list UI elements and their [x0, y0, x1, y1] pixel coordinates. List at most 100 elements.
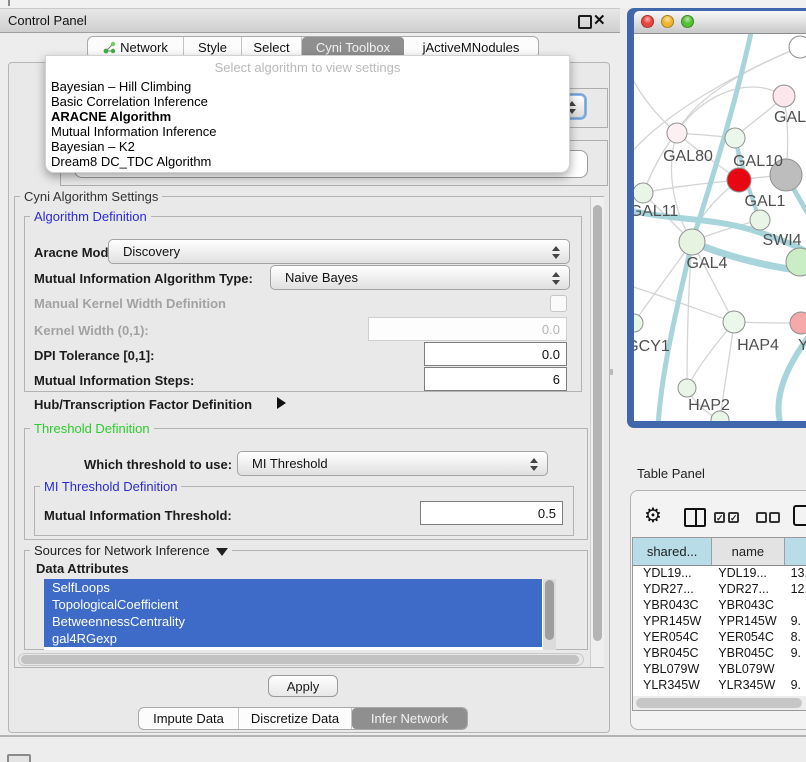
tab-label: jActiveMNodules: [423, 40, 520, 55]
aracne-mode-value: Discovery: [123, 244, 180, 259]
apply-button[interactable]: Apply: [268, 675, 338, 697]
checked-checkbox-icon[interactable]: ✓: [714, 512, 725, 523]
table-row[interactable]: YDL19...YDL19...13...: [633, 566, 806, 582]
table-row[interactable]: YDR27...YDR27...12...: [633, 582, 806, 598]
table-row[interactable]: YBR043CYBR043C: [633, 598, 806, 614]
table-cell: YDR27...: [712, 582, 784, 598]
mi-steps-field[interactable]: 6: [424, 367, 567, 391]
algorithm-option-mutual-information-inference[interactable]: Mutual Information Inference: [46, 124, 569, 139]
settings-hscrollbar-thumb[interactable]: [21, 655, 579, 664]
mi-threshold-legend: MI Threshold Definition: [40, 479, 181, 494]
network-node-y[interactable]: [790, 312, 806, 334]
gear-icon[interactable]: ⚙: [644, 503, 662, 528]
mi-steps-label: Mutual Information Steps:: [34, 373, 194, 388]
network-node-hap4[interactable]: [723, 311, 745, 333]
mi-type-combo[interactable]: Naive Bayes: [270, 265, 570, 290]
algorithm-option-basic-correlation-inference[interactable]: Basic Correlation Inference: [46, 94, 569, 109]
table-cell: YBR043C: [712, 598, 784, 614]
settings-hscrollbar[interactable]: [18, 653, 584, 666]
network-node-gal4[interactable]: [679, 229, 705, 255]
tab-label: Cyni Toolbox: [316, 40, 390, 55]
attributes-vscrollbar-thumb[interactable]: [545, 580, 554, 640]
algorithm-option-aracne-algorithm[interactable]: ARACNE Algorithm: [46, 109, 569, 124]
node-label-hap2: HAP2: [688, 397, 730, 414]
tab-impute-data[interactable]: Impute Data: [139, 708, 239, 729]
unchecked-checkbox-icon[interactable]: [769, 512, 780, 523]
table-row[interactable]: YPR145WYPR145W9.: [633, 614, 806, 630]
network-node-gal11[interactable]: [634, 183, 653, 203]
algorithm-option-dream8-dc-tdc-algorithm[interactable]: Dream8 DC_TDC Algorithm: [46, 154, 569, 169]
table-cell: 9.: [785, 646, 806, 662]
which-threshold-combo[interactable]: MI Threshold: [237, 451, 548, 476]
network-node-gal[interactable]: [773, 85, 795, 107]
settings-vscrollbar[interactable]: [590, 197, 604, 667]
which-threshold-label: Which threshold to use:: [84, 457, 232, 472]
aracne-mode-combo[interactable]: Discovery: [108, 239, 570, 264]
table-cell: YDR27...: [633, 582, 712, 598]
node-label-gal: GAL: [774, 109, 806, 126]
network-node-swi4[interactable]: [750, 210, 770, 230]
network-node-gal10[interactable]: [725, 128, 745, 148]
zoom-traffic-icon[interactable]: [681, 15, 694, 28]
algorithm-option-bayesian-hill-climbing[interactable]: Bayesian – Hill Climbing: [46, 79, 569, 94]
mi-threshold-field[interactable]: 0.5: [420, 501, 563, 525]
table-row[interactable]: YBR045CYBR045C9.: [633, 646, 806, 662]
tab-infer-network[interactable]: Infer Network: [352, 708, 467, 729]
minimize-traffic-icon[interactable]: [661, 15, 674, 28]
attribute-item-betweennesscentrality[interactable]: BetweennessCentrality: [44, 613, 542, 630]
kernel-width-field[interactable]: 0.0: [368, 317, 567, 341]
network-view[interactable]: GALGAL80GAL10GAL1GAL11SWI4GAL4GCY1HAP4YH…: [634, 34, 806, 421]
table-row[interactable]: YBL079WYBL079W: [633, 662, 806, 678]
attribute-item-gal4rgexp[interactable]: gal4RGexp: [44, 630, 542, 647]
table-cell: YPR145W: [712, 614, 784, 630]
collapse-arrow-icon[interactable]: [216, 548, 228, 556]
network-node-gal80[interactable]: [667, 123, 687, 143]
node-table: shared...name YDL19...YDL19...13...YDR27…: [632, 537, 806, 711]
manual-kernel-checkbox[interactable]: [550, 295, 567, 312]
data-attributes-list[interactable]: SelfLoopsTopologicalCoefficientBetweenne…: [44, 579, 556, 650]
split-view-icon[interactable]: [684, 508, 706, 527]
table-hscrollbar-thumb[interactable]: [636, 698, 802, 708]
network-node-gcy1[interactable]: [634, 314, 643, 332]
unchecked-checkbox-icon[interactable]: [756, 512, 767, 523]
table-row[interactable]: YER054CYER054C8.: [633, 630, 806, 646]
network-canvas[interactable]: GALGAL80GAL10GAL1GAL11SWI4GAL4GCY1HAP4YH…: [634, 34, 806, 421]
dropdown-placeholder: Select algorithm to view settings: [46, 56, 569, 79]
expand-arrow-icon[interactable]: [277, 397, 286, 409]
network-node-hap2[interactable]: [678, 379, 696, 397]
close-icon[interactable]: ✕: [593, 11, 606, 29]
bottom-left-button[interactable]: [7, 754, 31, 762]
settings-vscrollbar-thumb[interactable]: [593, 205, 602, 641]
panel-icon[interactable]: [793, 505, 806, 526]
network-node-gal1[interactable]: [727, 168, 751, 192]
tab-discretize-data[interactable]: Discretize Data: [239, 708, 352, 729]
network-window-titlebar[interactable]: [634, 11, 806, 34]
network-edge[interactable]: [634, 286, 734, 322]
checked-checkbox-icon[interactable]: ✓: [728, 512, 739, 523]
float-window-icon[interactable]: [578, 15, 592, 29]
sources-legend[interactable]: Sources for Network Inference: [30, 543, 232, 558]
table-cell: YBR043C: [633, 598, 712, 614]
column-header-name[interactable]: name: [712, 538, 784, 566]
attribute-item-selfloops[interactable]: SelfLoops: [44, 579, 542, 596]
hub-definition-label[interactable]: Hub/Transcription Factor Definition: [34, 397, 252, 412]
column-header-shared[interactable]: shared...: [633, 538, 712, 566]
node-label-gal11: GAL11: [634, 203, 678, 220]
tab-label: Select: [253, 40, 289, 55]
network-edge[interactable]: [634, 74, 677, 133]
attributes-vscrollbar[interactable]: [543, 579, 556, 650]
table-row[interactable]: YLR345WYLR345W9.: [633, 678, 806, 694]
panel-splitter-handle[interactable]: [609, 369, 613, 375]
manual-kernel-label: Manual Kernel Width Definition: [34, 296, 226, 311]
stepper-down-icon: [530, 466, 538, 471]
dpi-tolerance-field[interactable]: 0.0: [424, 342, 567, 366]
column-header-extra[interactable]: [785, 538, 806, 566]
network-edge[interactable]: [687, 322, 734, 388]
table-cell: [785, 662, 806, 678]
stepper-up-icon: [530, 458, 538, 463]
table-cell: YBR045C: [712, 646, 784, 662]
close-traffic-icon[interactable]: [641, 15, 654, 28]
algorithm-option-bayesian-k2[interactable]: Bayesian – K2: [46, 139, 569, 154]
attribute-item-topologicalcoefficient[interactable]: TopologicalCoefficient: [44, 596, 542, 613]
network-node[interactable]: [789, 36, 806, 58]
